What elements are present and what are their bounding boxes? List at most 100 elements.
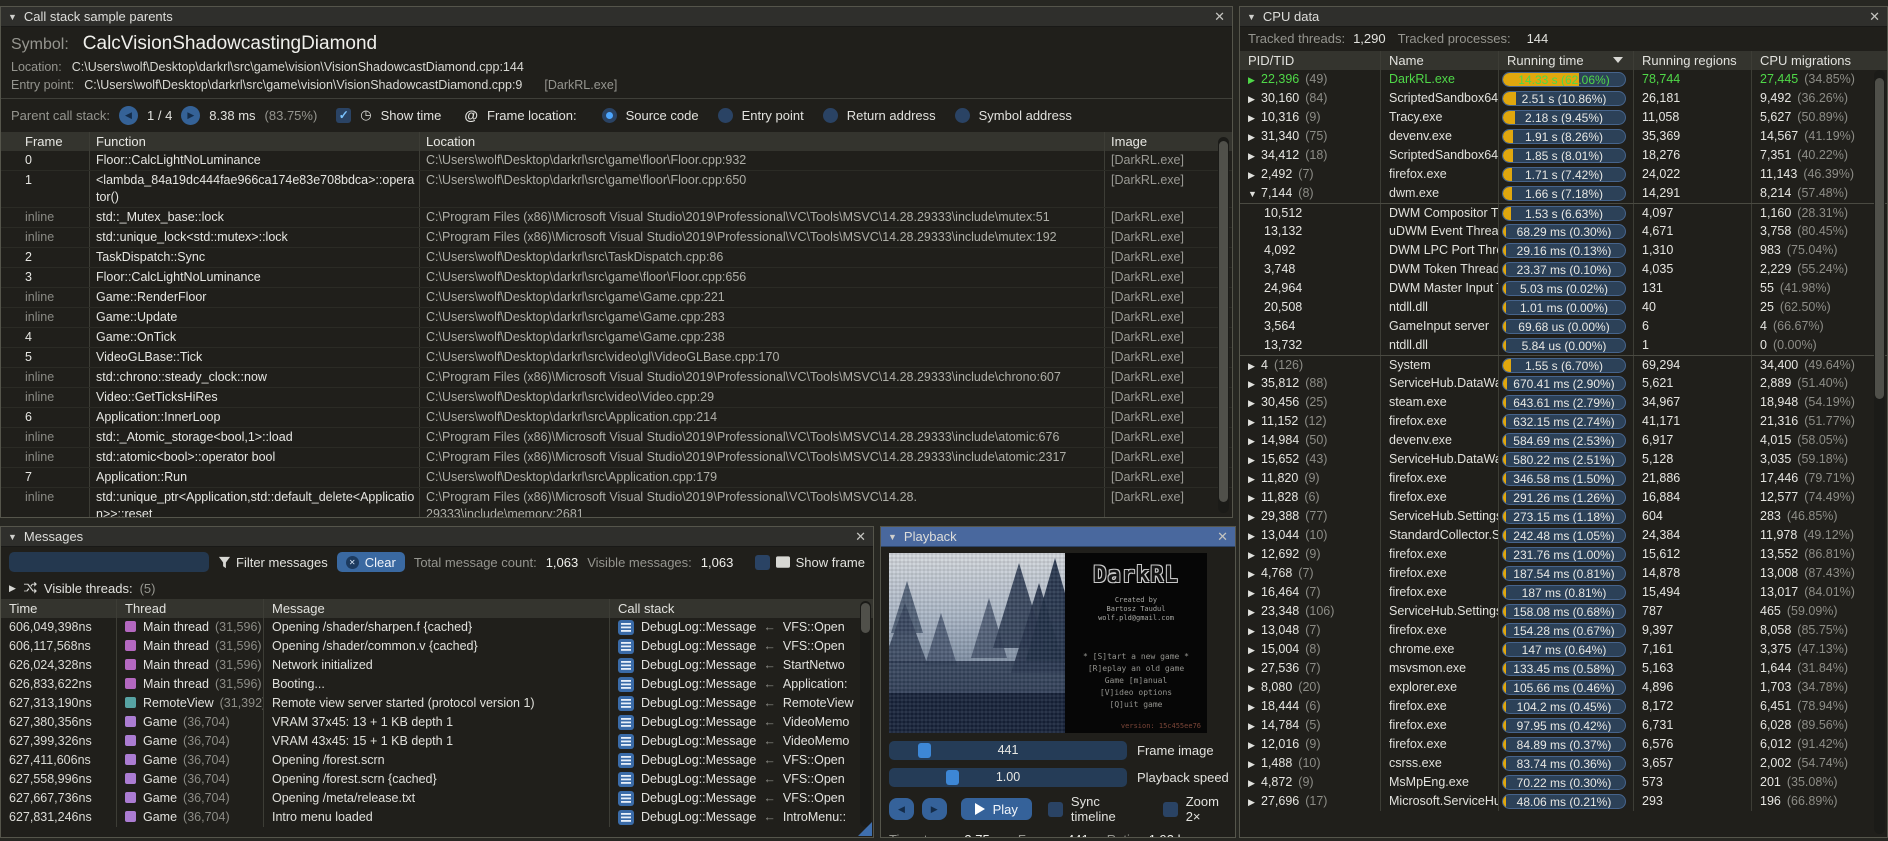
radio-return-address-label[interactable]: Return address	[847, 108, 936, 123]
cpu-process-row[interactable]: 24,964 DWM Master Input Thread 5.03 ms (…	[1240, 279, 1887, 298]
message-row[interactable]: 627,558,996ns Game(36,704) Opening /fore…	[1, 770, 873, 789]
expand-icon[interactable]: ▶	[1248, 508, 1261, 526]
message-row[interactable]: 627,380,356ns Game(36,704) VRAM 37x45: 1…	[1, 713, 873, 732]
col-running-time[interactable]: Running time	[1498, 51, 1633, 70]
callstack-list-icon[interactable]	[618, 753, 634, 768]
sync-timeline-checkbox[interactable]	[1048, 802, 1063, 817]
cpu-process-row[interactable]: ▶31,340(75) devenv.exe 1.91 s (8.26%) 35…	[1240, 127, 1887, 146]
message-callstack[interactable]: DebugLog::Message ← VFS::Open	[609, 751, 873, 770]
cpu-process-row[interactable]: ▶8,080(20) explorer.exe 105.66 ms (0.46%…	[1240, 678, 1887, 697]
col-callstack[interactable]: Call stack	[609, 599, 873, 618]
function-cell[interactable]: std::chrono::steady_clock::now	[89, 368, 419, 387]
cpu-process-row[interactable]: ▶13,048(7) firefox.exe 154.28 ms (0.67%)…	[1240, 621, 1887, 640]
cpu-process-row[interactable]: ▶2,492(7) firefox.exe 1.71 s (7.42%) 24,…	[1240, 165, 1887, 184]
callstack-table-row[interactable]: inline std::_Atomic_storage<bool,1>::loa…	[1, 428, 1232, 448]
callstack-table-row[interactable]: inline std::_Mutex_base::lock C:\Program…	[1, 208, 1232, 228]
radio-symbol-address-label[interactable]: Symbol address	[979, 108, 1072, 123]
callstack-list-icon[interactable]	[618, 620, 634, 635]
function-cell[interactable]: std::atomic<bool>::operator bool	[89, 448, 419, 467]
cpu-process-row[interactable]: ▶11,820(9) firefox.exe 346.58 ms (1.50%)…	[1240, 469, 1887, 488]
collapse-icon[interactable]: ▼	[1247, 12, 1256, 22]
frame-image-slider[interactable]: 441	[889, 741, 1127, 760]
cpu-process-row[interactable]: ▶12,692(9) firefox.exe 231.76 ms (1.00%)…	[1240, 545, 1887, 564]
callstack-table-row[interactable]: inline Game::RenderFloor C:\Users\wolf\D…	[1, 288, 1232, 308]
cpu-process-row[interactable]: ▶14,984(50) devenv.exe 584.69 ms (2.53%)…	[1240, 431, 1887, 450]
callstack-table-row[interactable]: inline std::unique_ptr<Application,std::…	[1, 488, 1232, 518]
collapse-icon[interactable]: ▼	[888, 532, 897, 542]
callstack-scrollbar[interactable]	[1218, 137, 1229, 513]
message-callstack[interactable]: DebugLog::Message ← VideoMemo	[609, 732, 873, 751]
expand-icon[interactable]: ▶	[1248, 489, 1261, 507]
slider-grab[interactable]	[946, 770, 959, 785]
cpu-process-row[interactable]: ▶11,828(6) firefox.exe 291.26 ms (1.26%)…	[1240, 488, 1887, 507]
message-callstack[interactable]: DebugLog::Message ← StartNetwo	[609, 656, 873, 675]
cpu-process-row[interactable]: ▶27,536(7) msvsmon.exe 133.45 ms (0.58%)…	[1240, 659, 1887, 678]
collapse-icon[interactable]: ▼	[8, 12, 17, 22]
cpu-process-row[interactable]: ▶15,652(43) ServiceHub.DataWarehouse 580…	[1240, 450, 1887, 469]
expand-icon[interactable]: ▶	[1248, 584, 1261, 602]
play-button[interactable]: Play	[961, 798, 1032, 820]
col-function[interactable]: Function	[89, 132, 419, 151]
expand-icon[interactable]: ▶	[1248, 736, 1261, 754]
message-callstack[interactable]: DebugLog::Message ← VFS::Open	[609, 789, 873, 808]
col-name[interactable]: Name	[1380, 51, 1498, 70]
callstack-list-icon[interactable]	[618, 772, 634, 787]
cpu-process-row[interactable]: 13,732 ntdll.dll 5.84 us (0.00%) 1 0(0.0…	[1240, 336, 1887, 355]
close-icon[interactable]: ✕	[855, 530, 866, 543]
expand-icon[interactable]: ▶	[1248, 432, 1261, 450]
expand-icon[interactable]: ▶	[1248, 375, 1261, 393]
expand-icon[interactable]: ▶	[1248, 394, 1261, 412]
expand-icon[interactable]: ▶	[1248, 641, 1261, 659]
expand-icon[interactable]: ▶	[1248, 71, 1261, 89]
callstack-table-row[interactable]: 5 VideoGLBase::Tick C:\Users\wolf\Deskto…	[1, 348, 1232, 368]
col-thread[interactable]: Thread	[116, 599, 263, 618]
next-frame-button[interactable]: ▶	[922, 798, 947, 820]
cpu-process-row[interactable]: ▶15,004(8) chrome.exe 147 ms (0.64%) 7,1…	[1240, 640, 1887, 659]
expand-icon[interactable]: ▶	[1248, 166, 1261, 184]
sync-timeline-label[interactable]: Sync timeline	[1071, 794, 1145, 824]
radio-entry-point[interactable]	[718, 108, 733, 123]
col-pid-tid[interactable]: PID/TID	[1240, 51, 1380, 70]
expand-icon[interactable]: ▶	[1248, 128, 1261, 146]
function-cell[interactable]: Application::Run	[89, 468, 419, 487]
function-cell[interactable]: std::unique_lock<std::mutex>::lock	[89, 228, 419, 247]
expand-icon[interactable]: ▶	[1248, 660, 1261, 678]
expand-icon[interactable]: ▶	[1248, 755, 1261, 773]
cpu-process-row[interactable]: ▶16,464(7) firefox.exe 187 ms (0.81%) 15…	[1240, 583, 1887, 602]
expand-icon[interactable]: ▶	[1248, 147, 1261, 165]
cpu-process-row[interactable]: ▶27,696(17) Microsoft.ServiceHub.Co 48.0…	[1240, 792, 1887, 811]
cpu-process-row[interactable]: ▼7,144(8) dwm.exe 1.66 s (7.18%) 14,291 …	[1240, 184, 1887, 203]
cpu-process-row[interactable]: 3,748 DWM Token Thread 23.37 ms (0.10%) …	[1240, 260, 1887, 279]
collapse-icon[interactable]: ▼	[8, 532, 17, 542]
function-cell[interactable]: Floor::CalcLightNoLuminance	[89, 268, 419, 287]
callstack-list-icon[interactable]	[618, 639, 634, 654]
expand-icon[interactable]: ▶	[1248, 774, 1261, 792]
cpu-process-row[interactable]: ▶12,016(9) firefox.exe 84.89 ms (0.37%) …	[1240, 735, 1887, 754]
col-cpu-migrations[interactable]: CPU migrations	[1751, 51, 1887, 70]
message-row[interactable]: 627,831,246ns Game(36,704) Intro menu lo…	[1, 808, 873, 827]
cpu-process-row[interactable]: 20,508 ntdll.dll 1.01 ms (0.00%) 40 25(6…	[1240, 298, 1887, 317]
show-time-label[interactable]: Show time	[381, 108, 442, 123]
cpu-process-row[interactable]: ▶1,488(10) csrss.exe 83.74 ms (0.36%) 3,…	[1240, 754, 1887, 773]
cpu-process-row[interactable]: 10,512 DWM Compositor Thread 1.53 s (6.6…	[1240, 203, 1887, 222]
expand-icon[interactable]: ▶	[1248, 470, 1261, 488]
callstack-list-icon[interactable]	[618, 677, 634, 692]
cpu-process-row[interactable]: ▶13,044(10) StandardCollector.Service 24…	[1240, 526, 1887, 545]
cpu-process-row[interactable]: ▶22,396(49) DarkRL.exe 14.33 s (62.06%) …	[1240, 70, 1887, 89]
expand-icon[interactable]: ▶	[1248, 413, 1261, 431]
expand-icon[interactable]: ▶	[1248, 546, 1261, 564]
message-row[interactable]: 627,667,736ns Game(36,704) Opening /meta…	[1, 789, 873, 808]
message-callstack[interactable]: DebugLog::Message ← IntroMenu::	[609, 808, 873, 827]
col-time[interactable]: Time	[1, 599, 116, 618]
cpu-process-row[interactable]: 3,564 GameInput server 69.68 us (0.00%) …	[1240, 317, 1887, 336]
message-row[interactable]: 606,117,568ns Main thread(31,596) Openin…	[1, 637, 873, 656]
message-callstack[interactable]: DebugLog::Message ← VFS::Open	[609, 770, 873, 789]
callstack-table-row[interactable]: inline Video::GetTicksHiRes C:\Users\wol…	[1, 388, 1232, 408]
expand-icon[interactable]: ▶	[1248, 451, 1261, 469]
callstack-list-icon[interactable]	[618, 734, 634, 749]
cpu-process-row[interactable]: ▶35,812(88) ServiceHub.DataWarehouse 670…	[1240, 374, 1887, 393]
message-callstack[interactable]: DebugLog::Message ← VFS::Open	[609, 637, 873, 656]
callstack-table-row[interactable]: inline std::unique_lock<std::mutex>::loc…	[1, 228, 1232, 248]
expand-icon[interactable]: ▶	[1248, 698, 1261, 716]
close-icon[interactable]: ✕	[1869, 10, 1880, 23]
